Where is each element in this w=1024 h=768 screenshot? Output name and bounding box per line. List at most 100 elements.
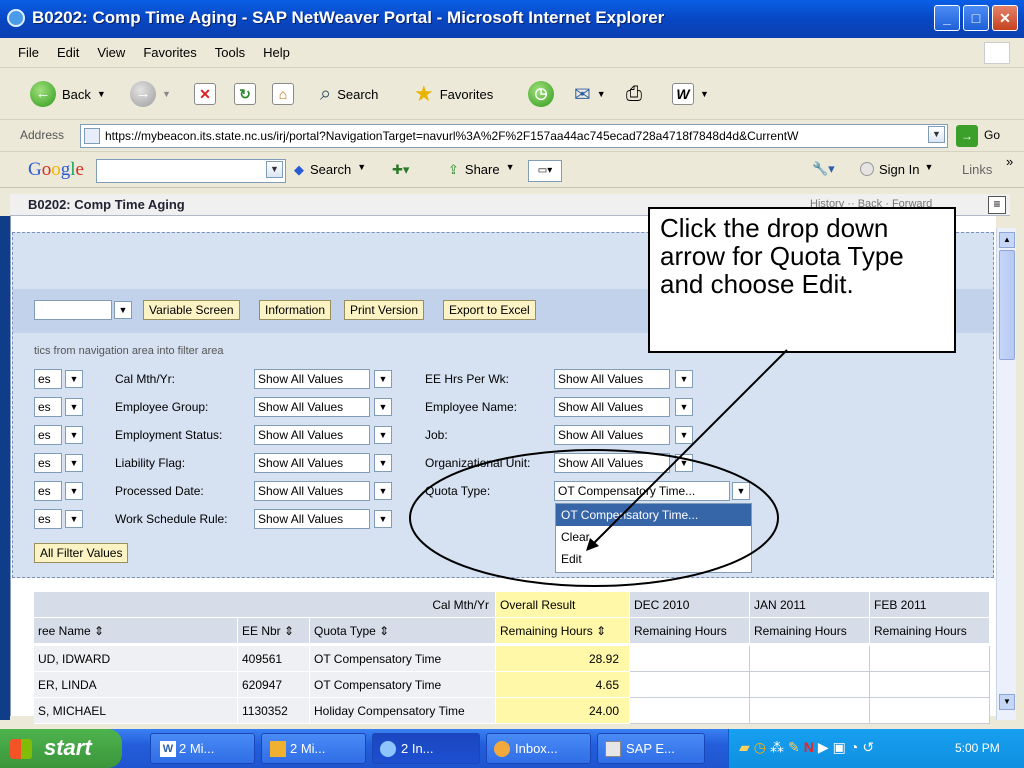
truncated-select[interactable]: es bbox=[34, 453, 62, 473]
mail-icon[interactable]: ✉ bbox=[574, 82, 591, 107]
processed-date-select[interactable]: Show All Values bbox=[254, 481, 370, 501]
view-select[interactable] bbox=[34, 300, 112, 320]
portal-menu-icon[interactable]: ≡ bbox=[988, 196, 1006, 214]
print-icon[interactable]: ⎙ bbox=[626, 83, 642, 106]
dropdown-option-edit[interactable]: Edit bbox=[556, 548, 751, 570]
go-arrow-icon[interactable]: → bbox=[956, 125, 978, 147]
chevron-down-icon[interactable]: ▼ bbox=[374, 510, 392, 528]
google-search-input[interactable] bbox=[96, 159, 286, 183]
work-schedule-select[interactable]: Show All Values bbox=[254, 509, 370, 529]
address-dropdown-arrow[interactable]: ▼ bbox=[928, 126, 945, 143]
favorites-button[interactable]: ★ Favorites bbox=[414, 80, 493, 108]
tray-icons[interactable]: ▰ ◷ ⁂ ✎ N ▶ ▣ ◔ ↺ bbox=[739, 739, 874, 756]
chevron-down-icon[interactable]: ▼ bbox=[65, 426, 83, 444]
print-version-button[interactable]: Print Version bbox=[344, 300, 425, 320]
chevron-down-icon[interactable]: ▼ bbox=[65, 454, 83, 472]
liability-flag-select[interactable]: Show All Values bbox=[254, 453, 370, 473]
truncated-select[interactable]: es bbox=[34, 397, 62, 417]
job-select[interactable]: Show All Values bbox=[554, 425, 670, 445]
dropdown-option-ot[interactable]: OT Compensatory Time... bbox=[556, 504, 751, 526]
chevron-down-icon[interactable]: ▼ bbox=[65, 482, 83, 500]
maximize-button[interactable]: □ bbox=[963, 5, 989, 31]
chevron-down-icon[interactable]: ▼ bbox=[675, 398, 693, 416]
export-excel-button[interactable]: Export to Excel bbox=[443, 300, 536, 320]
plus-icon[interactable]: ✚▾ bbox=[392, 162, 409, 178]
vertical-scrollbar[interactable]: ▲ ▼ bbox=[996, 228, 1016, 720]
chevron-down-icon[interactable]: ▼ bbox=[374, 370, 392, 388]
dropdown-option-clear[interactable]: Clear bbox=[556, 526, 751, 548]
view-dropdown-arrow[interactable]: ▼ bbox=[114, 301, 132, 319]
menu-view[interactable]: View bbox=[97, 45, 125, 60]
quota-type-select[interactable]: OT Compensatory Time... bbox=[554, 481, 730, 501]
remaining-hours-header[interactable]: Remaining Hours ⇕ bbox=[496, 618, 630, 644]
chevron-down-icon[interactable]: ▼ bbox=[374, 482, 392, 500]
truncated-select[interactable]: es bbox=[34, 369, 62, 389]
menu-help[interactable]: Help bbox=[263, 45, 290, 60]
scroll-thumb[interactable] bbox=[999, 250, 1015, 360]
sign-in-button[interactable]: Sign In ▼ bbox=[860, 162, 933, 177]
back-button[interactable]: ← Back ▼ bbox=[30, 80, 106, 108]
menu-file[interactable]: File bbox=[18, 45, 39, 60]
ee-hrs-select[interactable]: Show All Values bbox=[554, 369, 670, 389]
search-button[interactable]: ⌕ Search bbox=[320, 80, 378, 108]
history-icon[interactable]: ◷ bbox=[528, 81, 554, 107]
employee-name-header[interactable]: ree Name ⇕ bbox=[34, 618, 238, 644]
scroll-down-arrow[interactable]: ▼ bbox=[999, 694, 1015, 710]
home-icon[interactable]: ⌂ bbox=[272, 83, 294, 105]
stop-icon[interactable]: ✕ bbox=[194, 83, 216, 105]
information-button[interactable]: Information bbox=[259, 300, 332, 320]
chevron-down-icon[interactable]: ▼ bbox=[374, 398, 392, 416]
links-label[interactable]: Links bbox=[962, 162, 992, 177]
menu-favorites[interactable]: Favorites bbox=[143, 45, 196, 60]
truncated-select[interactable]: es bbox=[34, 509, 62, 529]
sort-icon: ⇕ bbox=[596, 624, 607, 638]
empty-cell bbox=[870, 672, 990, 698]
forward-arrow-icon: → bbox=[130, 81, 156, 107]
chevron-down-icon[interactable]: ▼ bbox=[65, 370, 83, 388]
ie-logo-icon bbox=[7, 9, 25, 27]
quota-type-dropdown-arrow[interactable]: ▼ bbox=[732, 482, 750, 500]
employment-status-select[interactable]: Show All Values bbox=[254, 425, 370, 445]
chevron-down-icon[interactable]: ▼ bbox=[65, 398, 83, 416]
display-icon: ▣ bbox=[832, 739, 846, 755]
truncated-select[interactable]: es bbox=[34, 425, 62, 445]
employee-name-select[interactable]: Show All Values bbox=[554, 397, 670, 417]
variable-screen-button[interactable]: Variable Screen bbox=[143, 300, 240, 320]
ee-nbr-header[interactable]: EE Nbr ⇕ bbox=[238, 618, 310, 644]
page-menu-icon[interactable]: ▭▾ bbox=[528, 160, 562, 182]
chevron-down-icon[interactable]: ▼ bbox=[374, 454, 392, 472]
chevron-down-icon[interactable]: ▼ bbox=[374, 426, 392, 444]
more-chevron-icon[interactable]: » bbox=[1006, 154, 1013, 169]
remaining-hours-cell: 24.00 bbox=[496, 698, 630, 724]
google-search-dropdown-arrow[interactable]: ▼ bbox=[266, 161, 283, 178]
employee-group-label: Employee Group: bbox=[115, 400, 209, 414]
forward-button[interactable]: → ▼ bbox=[130, 80, 171, 108]
employee-group-select[interactable]: Show All Values bbox=[254, 397, 370, 417]
menu-edit[interactable]: Edit bbox=[57, 45, 79, 60]
org-unit-select[interactable]: Show All Values bbox=[554, 453, 670, 473]
chevron-down-icon[interactable]: ▼ bbox=[65, 510, 83, 528]
remaining-hours-cell: 4.65 bbox=[496, 672, 630, 698]
go-label[interactable]: Go bbox=[984, 128, 1000, 142]
address-input[interactable]: https://mybeacon.its.state.nc.us/irj/por… bbox=[80, 124, 948, 148]
sort-icon: ⇕ bbox=[284, 624, 295, 638]
quota-type-header[interactable]: Quota Type ⇕ bbox=[310, 618, 496, 644]
menu-tools[interactable]: Tools bbox=[215, 45, 245, 60]
chevron-down-icon[interactable]: ▼ bbox=[675, 426, 693, 444]
truncated-select[interactable]: es bbox=[34, 481, 62, 501]
wrench-icon[interactable]: 🔧▾ bbox=[812, 161, 835, 177]
word-icon[interactable]: W bbox=[672, 83, 694, 105]
norton-icon: N bbox=[803, 739, 814, 755]
refresh-icon[interactable]: ↻ bbox=[234, 83, 256, 105]
share-button[interactable]: ⇪ Share ▼ bbox=[448, 162, 515, 178]
liability-flag-label: Liability Flag: bbox=[115, 456, 186, 470]
chevron-down-icon[interactable]: ▼ bbox=[675, 370, 693, 388]
cal-mth-select[interactable]: Show All Values bbox=[254, 369, 370, 389]
close-button[interactable]: ✕ bbox=[992, 5, 1018, 31]
back-arrow-icon: ← bbox=[30, 81, 56, 107]
chevron-down-icon[interactable]: ▼ bbox=[675, 454, 693, 472]
google-search-button[interactable]: ◆ Search ▼ bbox=[294, 162, 366, 178]
minimize-button[interactable]: _ bbox=[934, 5, 960, 31]
scroll-up-arrow[interactable]: ▲ bbox=[999, 232, 1015, 248]
all-filter-values-button[interactable]: All Filter Values bbox=[34, 543, 129, 563]
